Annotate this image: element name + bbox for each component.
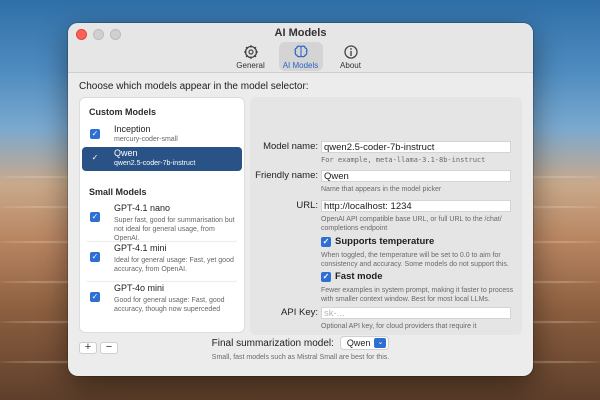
model-id: qwen2.5-coder-7b-instruct: [114, 160, 196, 167]
api-key-label: API Key:: [281, 307, 318, 318]
custom-models-header: Custom Models: [89, 107, 157, 117]
fast-mode-label: Fast mode: [335, 271, 383, 282]
fast-mode-help: Fewer examples in system prompt, making …: [321, 287, 514, 303]
tab-general-label: General: [236, 61, 265, 70]
friendly-name-label: Friendly name:: [255, 170, 318, 181]
info-icon: [343, 45, 358, 59]
supports-temperature-label: Supports temperature: [335, 236, 435, 247]
list-item-gpt41-mini[interactable]: ✓ GPT-4.1 mini Ideal for general usage: …: [86, 242, 238, 282]
friendly-name-help: Name that appears in the model picker: [321, 186, 442, 193]
list-item-qwen[interactable]: ✓ Qwen qwen2.5-coder-7b-instruct: [82, 147, 242, 171]
section-heading: Choose which models appear in the model …: [79, 81, 309, 92]
tab-ai-models-label: AI Models: [282, 61, 319, 70]
tab-about[interactable]: About: [329, 42, 373, 71]
list-item-gpt4o-mini[interactable]: ✓ GPT-4o mini Good for general usage: Fa…: [86, 282, 238, 322]
friendly-name-field[interactable]: Qwen: [321, 170, 511, 182]
gpt41-nano-checkbox[interactable]: ✓: [90, 212, 100, 222]
brain-icon: [293, 45, 308, 58]
gpt41-mini-checkbox[interactable]: ✓: [90, 252, 100, 262]
model-detail-panel: Model name: qwen2.5-coder-7b-instruct Fo…: [250, 97, 522, 335]
list-item-gpt41-nano[interactable]: ✓ GPT-4.1 nano Super fast, good for summ…: [86, 202, 238, 242]
small-models-header: Small Models: [89, 187, 147, 197]
final-model-label: Final summarization model:: [211, 337, 334, 349]
window-title: AI Models: [274, 27, 327, 39]
final-model-row: Final summarization model: Qwen ⌄: [68, 336, 533, 350]
api-key-help: Optional API key, for cloud providers th…: [321, 323, 477, 330]
gear-icon: [243, 45, 258, 59]
supports-temperature-toggle[interactable]: ✓ Supports temperature: [321, 236, 434, 247]
fast-mode-toggle[interactable]: ✓ Fast mode: [321, 271, 383, 282]
url-field[interactable]: http://localhost: 1234: [321, 200, 511, 212]
final-model-value: Qwen: [346, 338, 371, 348]
titlebar: AI Models General AI Models About: [68, 23, 533, 73]
final-model-help: Small, fast models such as Mistral Small…: [211, 354, 390, 361]
model-name-help: For example, meta-llama-3.1-8b-instruct: [321, 156, 486, 164]
api-key-field[interactable]: sk-...: [321, 307, 511, 319]
inception-checkbox[interactable]: ✓: [90, 129, 100, 139]
tab-ai-models[interactable]: AI Models: [278, 42, 323, 71]
model-name: Inception: [114, 124, 151, 134]
fast-mode-checkbox[interactable]: ✓: [321, 271, 331, 282]
supports-temperature-help: When toggled, the temperature will be se…: [321, 252, 509, 268]
model-name: GPT-4o mini: [114, 283, 165, 293]
supports-temperature-checkbox[interactable]: ✓: [321, 236, 331, 247]
model-name: Qwen: [114, 148, 138, 158]
model-name-label: Model name:: [263, 141, 318, 152]
tab-general[interactable]: General: [229, 42, 273, 71]
model-name-field[interactable]: qwen2.5-coder-7b-instruct: [321, 141, 511, 153]
model-description: Super fast, good for summarisation but n…: [114, 217, 235, 242]
model-name: GPT-4.1 nano: [114, 203, 171, 213]
tab-about-label: About: [340, 61, 361, 70]
chevron-down-icon: ⌄: [374, 338, 387, 348]
preferences-window: AI Models General AI Models About Choose…: [68, 23, 533, 376]
qwen-checkbox[interactable]: ✓: [90, 153, 100, 163]
toolbar: General AI Models About: [68, 42, 533, 71]
url-help: OpenAI API compatible base URL, or full …: [321, 216, 502, 232]
model-name: GPT-4.1 mini: [114, 243, 167, 253]
gpt4o-mini-checkbox[interactable]: ✓: [90, 292, 100, 302]
model-list: Custom Models ✓ Inception mercury-coder-…: [79, 97, 245, 333]
list-item-inception[interactable]: ✓ Inception mercury-coder-small: [82, 123, 242, 147]
model-description: Ideal for general usage: Fast, yet good …: [114, 257, 234, 273]
url-label: URL:: [296, 200, 318, 211]
final-model-select[interactable]: Qwen ⌄: [339, 336, 390, 350]
model-id: mercury-coder-small: [114, 136, 178, 143]
model-description: Good for general usage: Fast, good accur…: [114, 297, 225, 313]
